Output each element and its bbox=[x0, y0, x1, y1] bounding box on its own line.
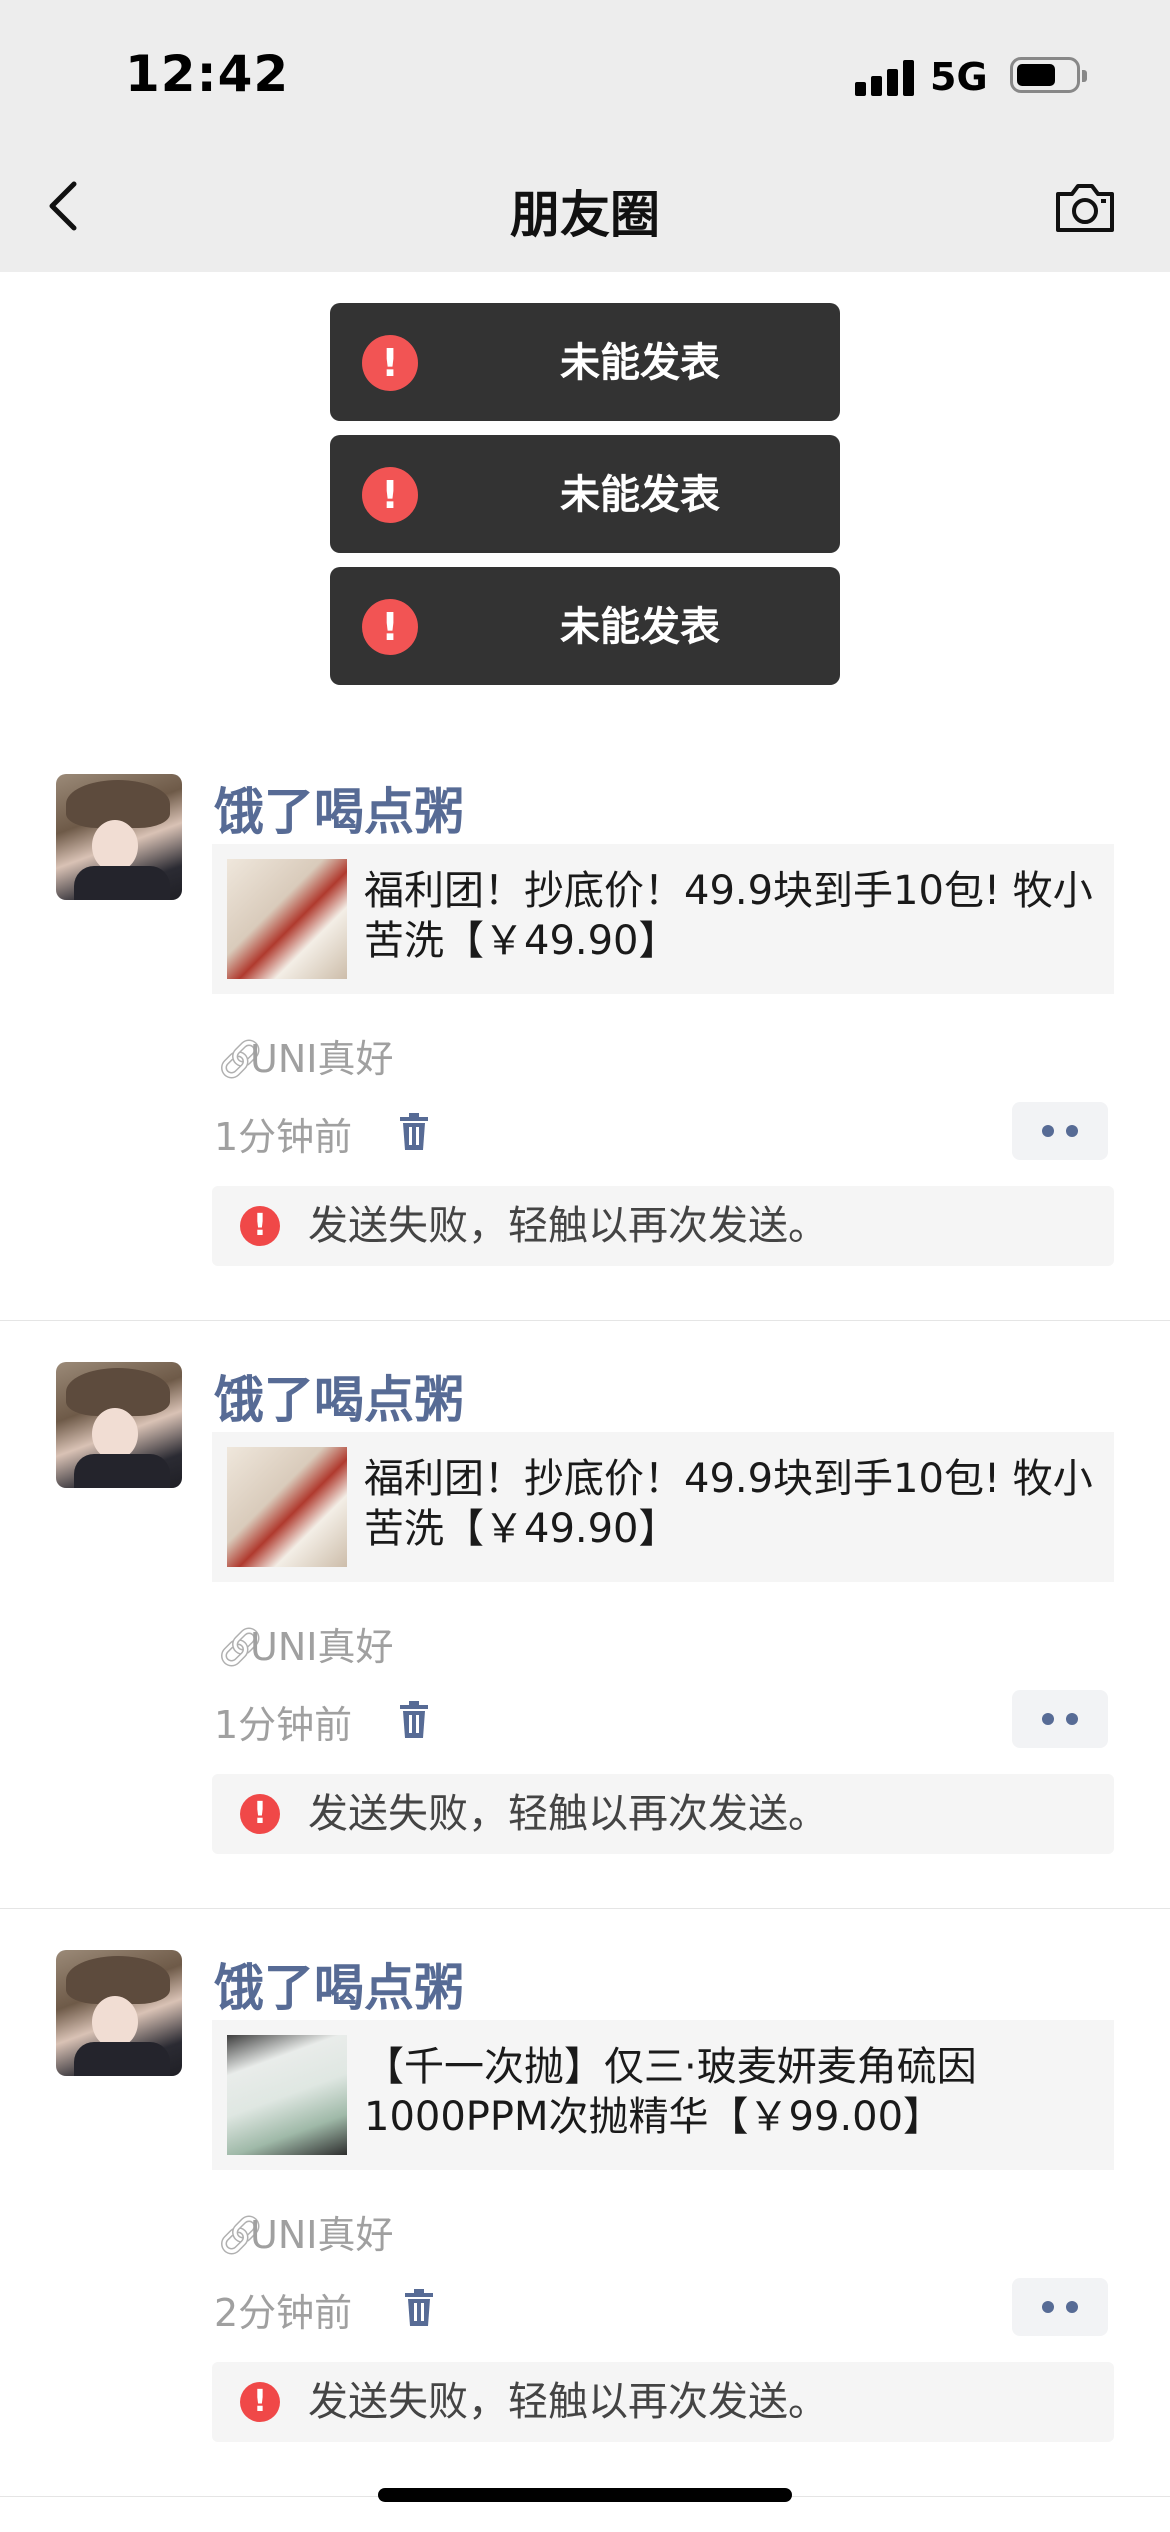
trash-icon[interactable] bbox=[403, 2288, 435, 2328]
send-failed-bar[interactable]: ! 发送失败，轻触以再次发送。 bbox=[212, 1186, 1114, 1266]
trash-icon[interactable] bbox=[398, 1112, 430, 1152]
card-thumbnail bbox=[227, 2035, 347, 2155]
publish-failed-toast[interactable]: ! 未能发表 bbox=[330, 435, 840, 553]
alert-icon: ! bbox=[362, 335, 418, 391]
send-failed-text: 发送失败，轻触以再次发送。 bbox=[308, 1203, 828, 1249]
avatar[interactable] bbox=[56, 774, 182, 900]
moment-post: 饿了喝点粥 福利团！抄底价！49.9块到手10包! 牧小苦洗【￥49.90】 🔗… bbox=[0, 1320, 1170, 1909]
link-icon: 🔗︎ bbox=[216, 2213, 265, 2257]
alert-icon: ! bbox=[240, 2382, 280, 2422]
battery-icon bbox=[1010, 57, 1087, 93]
home-indicator[interactable] bbox=[378, 2488, 792, 2502]
send-failed-bar[interactable]: ! 发送失败，轻触以再次发送。 bbox=[212, 1774, 1114, 1854]
top-header: 12:42 5G 朋友圈 bbox=[0, 0, 1170, 272]
network-type: 5G bbox=[930, 55, 988, 99]
source-text: UNI真好 bbox=[250, 1625, 394, 1669]
author-name[interactable]: 饿了喝点粥 bbox=[214, 1360, 464, 1432]
source-label[interactable]: 🔗︎UNI真好 bbox=[216, 1028, 393, 1083]
source-label[interactable]: 🔗︎UNI真好 bbox=[216, 2204, 393, 2259]
toast-text: 未能发表 bbox=[560, 604, 720, 650]
shared-link-card[interactable]: 福利团！抄底价！49.9块到手10包! 牧小苦洗【￥49.90】 bbox=[212, 1432, 1114, 1582]
card-title: 【千一次抛】仅三·玻麦妍麦角硫因1000PPM次抛精华【￥99.00】 bbox=[364, 2044, 977, 2140]
card-thumbnail bbox=[227, 1447, 347, 1567]
alert-icon: ! bbox=[240, 1206, 280, 1246]
send-failed-text: 发送失败，轻触以再次发送。 bbox=[308, 1791, 828, 1837]
status-time: 12:42 bbox=[125, 45, 290, 103]
moment-post: 饿了喝点粥 福利团！抄底价！49.9块到手10包! 牧小苦洗【￥49.90】 🔗… bbox=[0, 732, 1170, 1321]
alert-icon: ! bbox=[362, 467, 418, 523]
cellular-signal-icon bbox=[855, 60, 915, 96]
publish-failed-toast[interactable]: ! 未能发表 bbox=[330, 567, 840, 685]
send-failed-bar[interactable]: ! 发送失败，轻触以再次发送。 bbox=[212, 2362, 1114, 2442]
source-text: UNI真好 bbox=[250, 1037, 394, 1081]
camera-icon[interactable] bbox=[1052, 180, 1118, 236]
send-failed-text: 发送失败，轻触以再次发送。 bbox=[308, 2379, 828, 2425]
moment-post: 饿了喝点粥 【千一次抛】仅三·玻麦妍麦角硫因1000PPM次抛精华【￥99.00… bbox=[0, 1908, 1170, 2497]
author-name[interactable]: 饿了喝点粥 bbox=[214, 1948, 464, 2020]
card-thumbnail bbox=[227, 859, 347, 979]
card-title: 福利团！抄底价！49.9块到手10包! 牧小苦洗【￥49.90】 bbox=[364, 1456, 1093, 1552]
trash-icon[interactable] bbox=[398, 1700, 430, 1740]
publish-failed-toast[interactable]: ! 未能发表 bbox=[330, 303, 840, 421]
card-title: 福利团！抄底价！49.9块到手10包! 牧小苦洗【￥49.90】 bbox=[364, 868, 1093, 964]
more-dots-icon[interactable] bbox=[1012, 1102, 1108, 1160]
post-time: 1分钟前 bbox=[214, 1115, 353, 1159]
avatar[interactable] bbox=[56, 1362, 182, 1488]
source-label[interactable]: 🔗︎UNI真好 bbox=[216, 1616, 393, 1671]
alert-icon: ! bbox=[362, 599, 418, 655]
link-icon: 🔗︎ bbox=[216, 1037, 265, 1081]
source-text: UNI真好 bbox=[250, 2213, 394, 2257]
shared-link-card[interactable]: 福利团！抄底价！49.9块到手10包! 牧小苦洗【￥49.90】 bbox=[212, 844, 1114, 994]
post-time: 1分钟前 bbox=[214, 1703, 353, 1747]
author-name[interactable]: 饿了喝点粥 bbox=[214, 772, 464, 844]
link-icon: 🔗︎ bbox=[216, 1625, 265, 1669]
more-dots-icon[interactable] bbox=[1012, 2278, 1108, 2336]
alert-icon: ! bbox=[240, 1794, 280, 1834]
more-dots-icon[interactable] bbox=[1012, 1690, 1108, 1748]
post-time: 2分钟前 bbox=[214, 2291, 353, 2335]
shared-link-card[interactable]: 【千一次抛】仅三·玻麦妍麦角硫因1000PPM次抛精华【￥99.00】 bbox=[212, 2020, 1114, 2170]
toast-text: 未能发表 bbox=[560, 472, 720, 518]
page-title: 朋友圈 bbox=[510, 186, 660, 244]
avatar[interactable] bbox=[56, 1950, 182, 2076]
toast-text: 未能发表 bbox=[560, 340, 720, 386]
